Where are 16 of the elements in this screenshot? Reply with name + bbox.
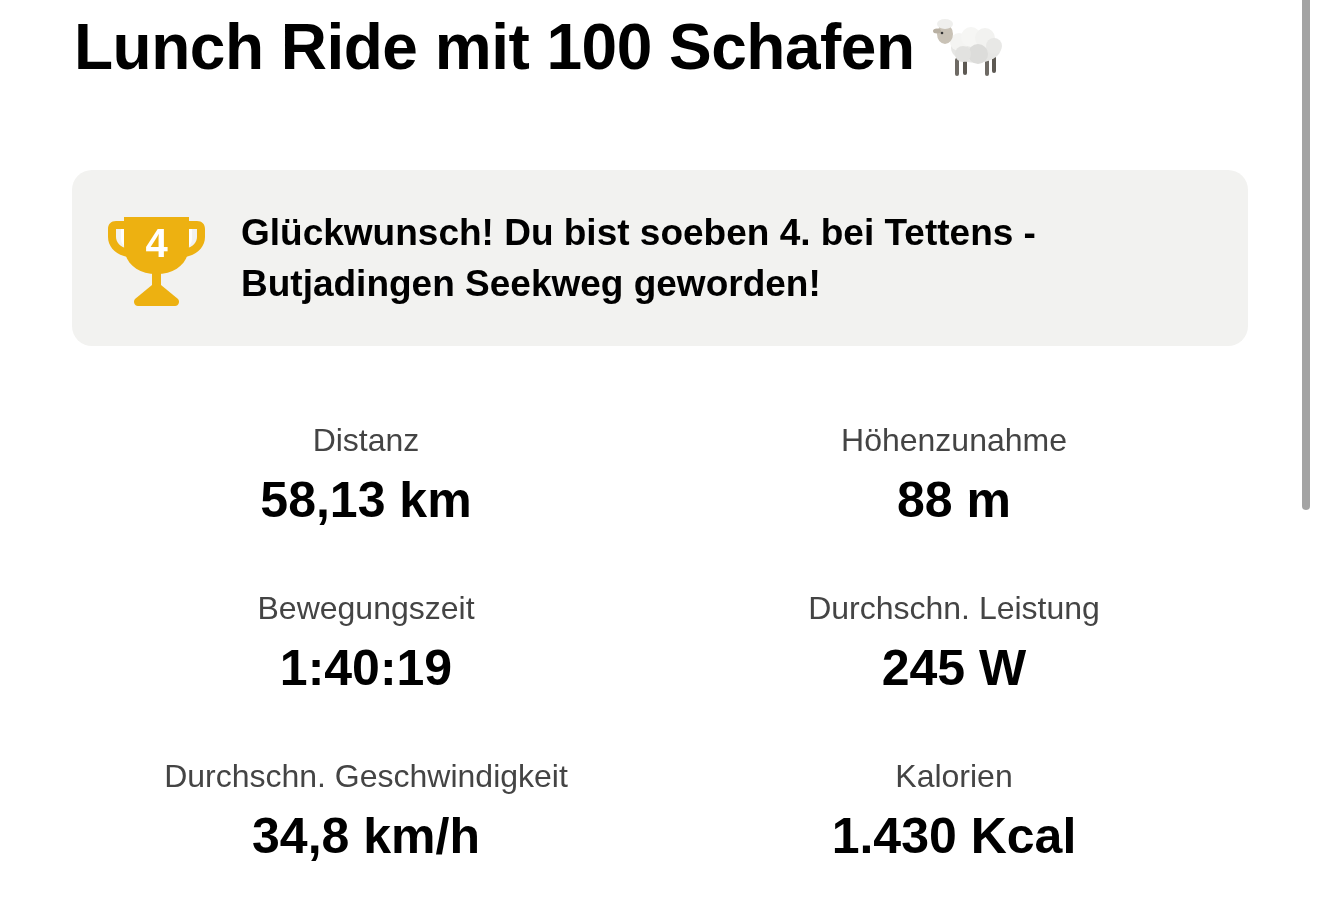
stat-label: Bewegungszeit — [257, 589, 475, 627]
scrollbar-thumb[interactable] — [1302, 0, 1310, 510]
stat-value: 58,13 km — [260, 472, 472, 528]
stat-label: Höhenzunahme — [841, 421, 1067, 459]
activity-title: Lunch Ride mit 100 Schafen — [74, 11, 915, 83]
stat-label: Durchschn. Geschwindigkeit — [164, 757, 568, 795]
stat-label: Kalorien — [895, 757, 1013, 795]
achievement-message: Glückwunsch! Du bist soeben 4. bei Tettens - Butjadingen Seekweg geworden! — [241, 211, 1037, 306]
stat-label: Distanz — [312, 421, 420, 459]
stat-value: 245 W — [881, 640, 1027, 696]
stat-value: 1:40:19 — [279, 640, 453, 696]
stat-value: 88 m — [897, 472, 1011, 528]
stat-label: Durchschn. Leistung — [808, 589, 1100, 627]
stat-value: 1.430 Kcal — [831, 808, 1077, 864]
sheep-icon — [932, 16, 1003, 78]
stat-value: 34,8 km/h — [252, 808, 480, 864]
